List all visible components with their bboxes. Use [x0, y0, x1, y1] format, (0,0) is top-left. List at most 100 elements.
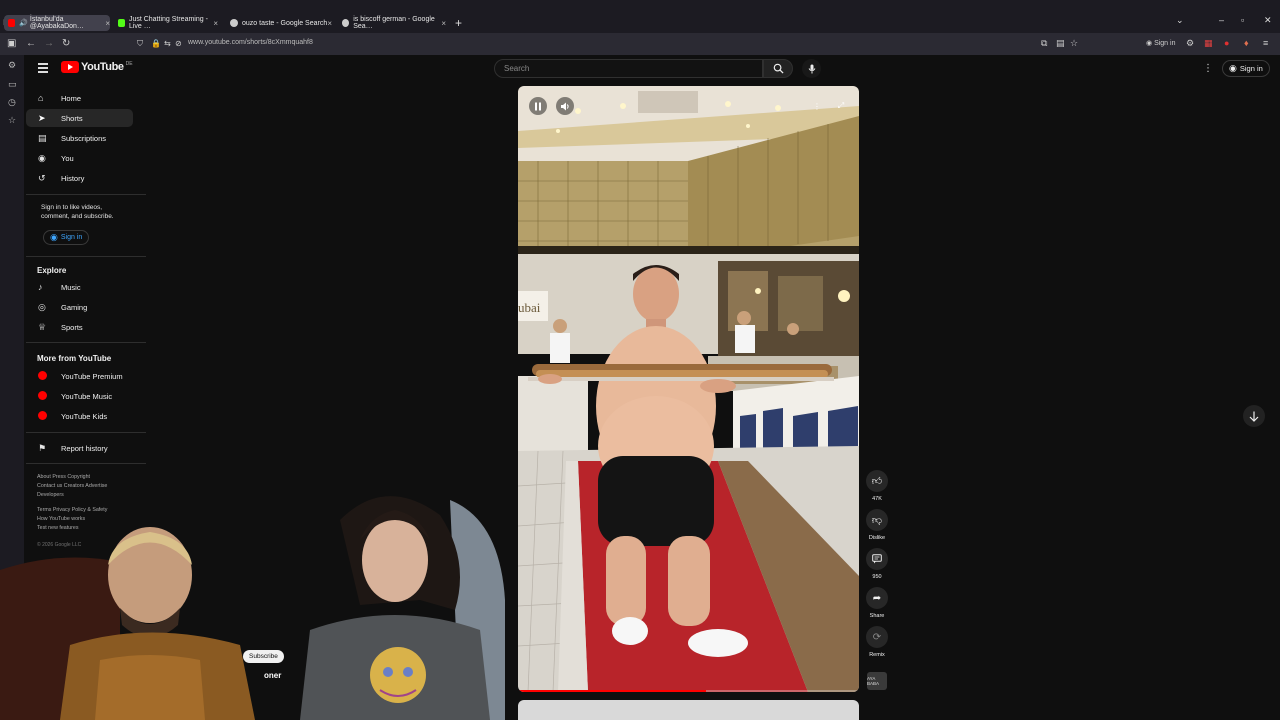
pause-button[interactable] — [529, 97, 547, 115]
storefront-text: ubai — [518, 300, 541, 315]
history-sidebar-icon[interactable]: ◷ — [8, 97, 16, 108]
sidebar-item-label: Sports — [61, 322, 83, 332]
tab-close-icon[interactable]: × — [441, 19, 446, 28]
signin-button[interactable]: ◉ Sign in — [1222, 60, 1270, 77]
tracking-icon[interactable]: ⊘ — [175, 38, 182, 50]
app-menu-icon[interactable]: ≡ — [1263, 38, 1268, 48]
youtube-logo[interactable]: YouTube DE — [61, 61, 133, 73]
voice-search-button[interactable] — [802, 59, 821, 78]
like-button[interactable]: 👍︎ — [866, 470, 888, 492]
sidebar-item-home[interactable]: ⌂ Home — [26, 89, 133, 107]
fullscreen-button[interactable]: ⤢ — [832, 97, 850, 115]
tab-title: Just Chatting Streaming - Live … — [128, 16, 208, 30]
bookmarks-sidebar-icon[interactable]: ☆ — [8, 115, 16, 126]
browser-tab-4[interactable]: is biscoff german - Google Sea… × — [342, 15, 446, 31]
google-favicon-icon — [230, 19, 238, 27]
more-from-youtube-heading: More from YouTube — [37, 354, 112, 363]
next-short-preview[interactable] — [518, 700, 859, 720]
sidebar-toggle-icon[interactable]: ▣ — [7, 38, 16, 50]
extension-red-icon[interactable]: ▦ — [1204, 38, 1213, 49]
channel-avatar[interactable]: AYA BABA — [867, 672, 887, 690]
comments-button[interactable] — [866, 548, 888, 570]
sidebar-item-label: Gaming — [61, 302, 88, 312]
remix-action[interactable]: ⟳ Remix — [866, 626, 888, 658]
reader-view-icon[interactable]: ▤ — [1056, 38, 1065, 49]
settings-more-icon[interactable]: ⋮ — [1203, 63, 1213, 74]
remix-button[interactable]: ⟳ — [866, 626, 888, 648]
channel-name-fragment: oner — [264, 671, 282, 680]
account-icon: ◉ — [1229, 63, 1237, 73]
youtube-favicon-icon — [8, 19, 16, 27]
sidebar-item-report-history[interactable]: ⚑ Report history — [26, 439, 133, 457]
video-frame: ubai — [518, 86, 859, 692]
dislike-action[interactable]: 👎︎ Dislike — [866, 509, 888, 541]
close-window-button[interactable]: ✕ — [1264, 15, 1272, 26]
comments-action[interactable]: 950 — [866, 548, 888, 580]
flag-icon: ⚑ — [38, 442, 47, 453]
tab-close-icon[interactable]: × — [213, 19, 218, 28]
subscribe-button[interactable]: Subscribe — [243, 650, 284, 663]
sidebar-item-youtube-premium[interactable]: YouTube Premium — [26, 367, 133, 385]
sidebar-item-shorts[interactable]: ➤ Shorts — [26, 109, 133, 127]
hamburger-menu-icon[interactable] — [38, 63, 48, 75]
sidebar-item-label: Music — [61, 282, 81, 292]
sidebar-signin-button[interactable]: ◉ Sign in — [43, 230, 90, 245]
back-button[interactable]: ← — [26, 38, 36, 50]
reload-button[interactable]: ↻ — [62, 38, 70, 50]
extension-ublock-icon[interactable]: ● — [1224, 38, 1229, 48]
synced-tabs-icon[interactable]: ▭ — [8, 79, 17, 90]
sidebar-item-you[interactable]: ◉ You — [26, 149, 133, 167]
dislike-label: Dislike — [868, 535, 886, 541]
sidebar-item-youtube-kids[interactable]: YouTube Kids — [26, 407, 133, 425]
browser-signin-button[interactable]: ◉ Sign in — [1146, 39, 1175, 47]
lock-icon[interactable]: 🔒 — [151, 38, 161, 50]
youtube-premium-icon — [26, 370, 48, 382]
sidebar-item-label: Shorts — [61, 113, 83, 123]
sidebar-item-sports[interactable]: ♕ Sports — [26, 318, 133, 336]
forward-button[interactable]: → — [44, 38, 54, 50]
maximize-button[interactable]: ▫ — [1241, 15, 1244, 25]
sidebar-item-history[interactable]: ↺ History — [26, 169, 133, 187]
home-icon: ⌂ — [38, 93, 44, 103]
signin-button-label: Sign in — [1239, 64, 1263, 73]
extensions-icon[interactable]: ⚙ — [1186, 38, 1194, 49]
permissions-icon[interactable]: ⇆ — [164, 38, 171, 50]
browser-tab-3[interactable]: ouzo taste - Google Search × — [230, 15, 332, 31]
sports-icon: ♕ — [38, 321, 47, 332]
browser-tab-bar: ⊟ 🔊 İstanbul'da @AyabakaDon… × Just Chat… — [0, 0, 1280, 33]
country-code: DE — [125, 61, 133, 67]
ai-chat-icon[interactable]: ⚙ — [8, 60, 16, 71]
more-options-button[interactable]: ⋮ — [808, 97, 826, 115]
browser-tab-1[interactable]: 🔊 İstanbul'da @AyabakaDon… × — [4, 15, 110, 31]
shield-icon[interactable]: ⛉ — [137, 38, 143, 50]
search-input[interactable]: Search — [494, 59, 763, 78]
volume-button[interactable] — [556, 97, 574, 115]
shorts-video-player[interactable]: ubai ⋮ ⤢ — [518, 86, 859, 692]
new-tab-button[interactable]: + — [455, 16, 462, 30]
sidebar-item-youtube-music[interactable]: YouTube Music — [26, 387, 133, 405]
video-progress-bar[interactable] — [518, 690, 859, 692]
browser-tab-2[interactable]: Just Chatting Streaming - Live … × — [118, 15, 218, 31]
sidebar-item-music[interactable]: ♪ Music — [26, 278, 133, 296]
you-icon: ◉ — [38, 152, 46, 163]
subscriptions-icon: ▤ — [38, 132, 47, 143]
sidebar-item-subscriptions[interactable]: ▤ Subscriptions — [26, 129, 133, 147]
search-button[interactable] — [763, 59, 793, 78]
extension-other-icon[interactable]: ♦ — [1244, 38, 1249, 48]
address-bar[interactable]: www.youtube.com/shorts/8cXmmquahf8 — [188, 39, 313, 46]
shorts-icon: ➤ — [38, 112, 46, 123]
bookmark-star-icon[interactable]: ☆ — [1070, 38, 1078, 49]
tab-close-icon[interactable]: × — [327, 19, 332, 28]
account-icon: ◉ — [50, 232, 58, 242]
minimize-button[interactable]: – — [1219, 15, 1224, 25]
sidebar-item-gaming[interactable]: ◎ Gaming — [26, 298, 133, 316]
like-action[interactable]: 👍︎ 47K — [866, 470, 888, 502]
screenshot-icon[interactable]: ⧉ — [1041, 38, 1047, 49]
share-action[interactable]: ➦ Share — [866, 587, 888, 619]
sidebar-signin-label: Sign in — [60, 234, 83, 241]
next-video-button[interactable] — [1243, 405, 1265, 427]
share-button[interactable]: ➦ — [866, 587, 888, 609]
dislike-button[interactable]: 👎︎ — [866, 509, 888, 531]
tab-close-icon[interactable]: × — [105, 19, 110, 28]
tab-overflow-chevron-icon[interactable]: ⌄ — [1176, 15, 1184, 26]
